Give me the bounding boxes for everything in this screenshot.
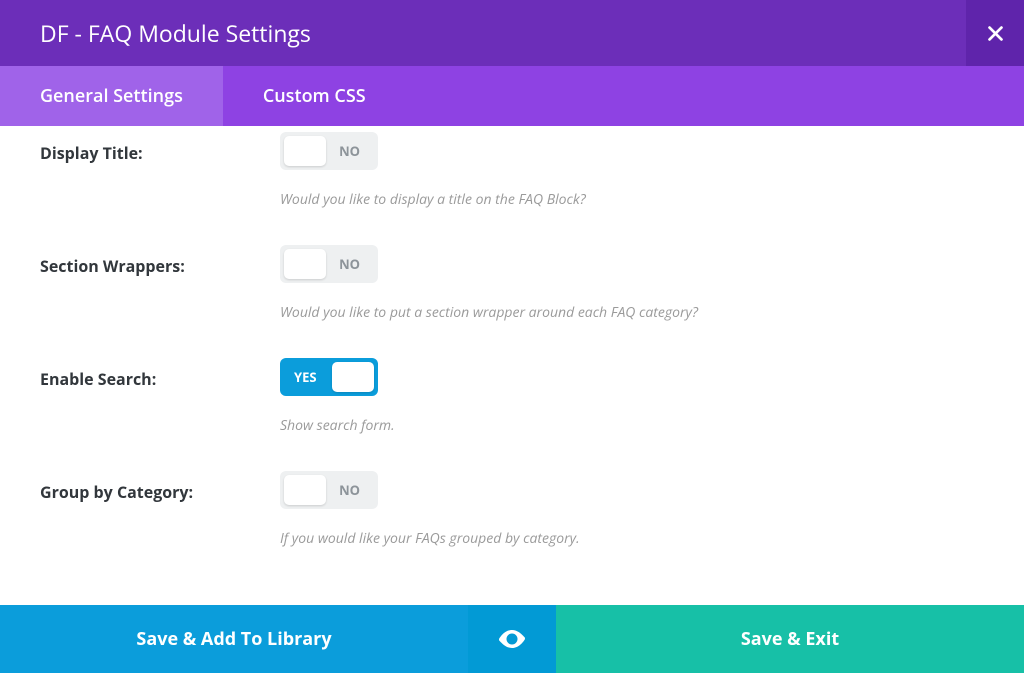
toggle-knob	[332, 362, 374, 392]
modal-footer: Save & Add To Library Save & Exit	[0, 605, 1024, 673]
setting-hint: Would you like to put a section wrapper …	[280, 303, 984, 322]
setting-row-enable-search: Enable Search: YES Show search form.	[40, 322, 984, 435]
modal-header: DF - FAQ Module Settings	[0, 0, 1024, 66]
toggle-enable-search[interactable]: YES	[280, 358, 378, 396]
settings-content: Display Title: NO Would you like to disp…	[0, 126, 1024, 605]
tabs-bar: General Settings Custom CSS	[0, 66, 1024, 126]
toggle-display-title[interactable]: NO	[280, 132, 378, 170]
setting-label: Enable Search:	[40, 358, 156, 390]
preview-button[interactable]	[468, 605, 556, 673]
setting-row-section-wrappers: Section Wrappers: NO Would you like to p…	[40, 209, 984, 322]
setting-label: Display Title:	[40, 132, 143, 164]
save-and-exit-button[interactable]: Save & Exit	[556, 605, 1024, 673]
setting-row-group-by-category: Group by Category: NO If you would like …	[40, 435, 984, 548]
toggle-section-wrappers[interactable]: NO	[280, 245, 378, 283]
save-add-to-library-button[interactable]: Save & Add To Library	[0, 605, 468, 673]
tab-custom-css[interactable]: Custom CSS	[223, 66, 406, 126]
toggle-group-by-category[interactable]: NO	[280, 471, 378, 509]
close-button[interactable]	[966, 0, 1024, 66]
setting-row-display-title: Display Title: NO Would you like to disp…	[40, 126, 984, 209]
tab-general-settings[interactable]: General Settings	[0, 66, 223, 126]
toggle-knob	[284, 475, 326, 505]
close-icon	[987, 25, 1004, 42]
toggle-text: NO	[339, 255, 360, 273]
modal-title: DF - FAQ Module Settings	[0, 17, 311, 49]
toggle-knob	[284, 249, 326, 279]
setting-hint: Show search form.	[280, 416, 984, 435]
module-settings-modal: DF - FAQ Module Settings General Setting…	[0, 0, 1024, 673]
setting-label: Group by Category:	[40, 471, 193, 503]
eye-icon	[499, 630, 525, 648]
toggle-text: NO	[339, 481, 360, 499]
toggle-text: YES	[294, 368, 317, 386]
toggle-knob	[284, 136, 326, 166]
setting-hint: Would you like to display a title on the…	[280, 190, 984, 209]
setting-label: Section Wrappers:	[40, 245, 185, 277]
toggle-text: NO	[339, 142, 360, 160]
setting-hint: If you would like your FAQs grouped by c…	[280, 529, 984, 548]
